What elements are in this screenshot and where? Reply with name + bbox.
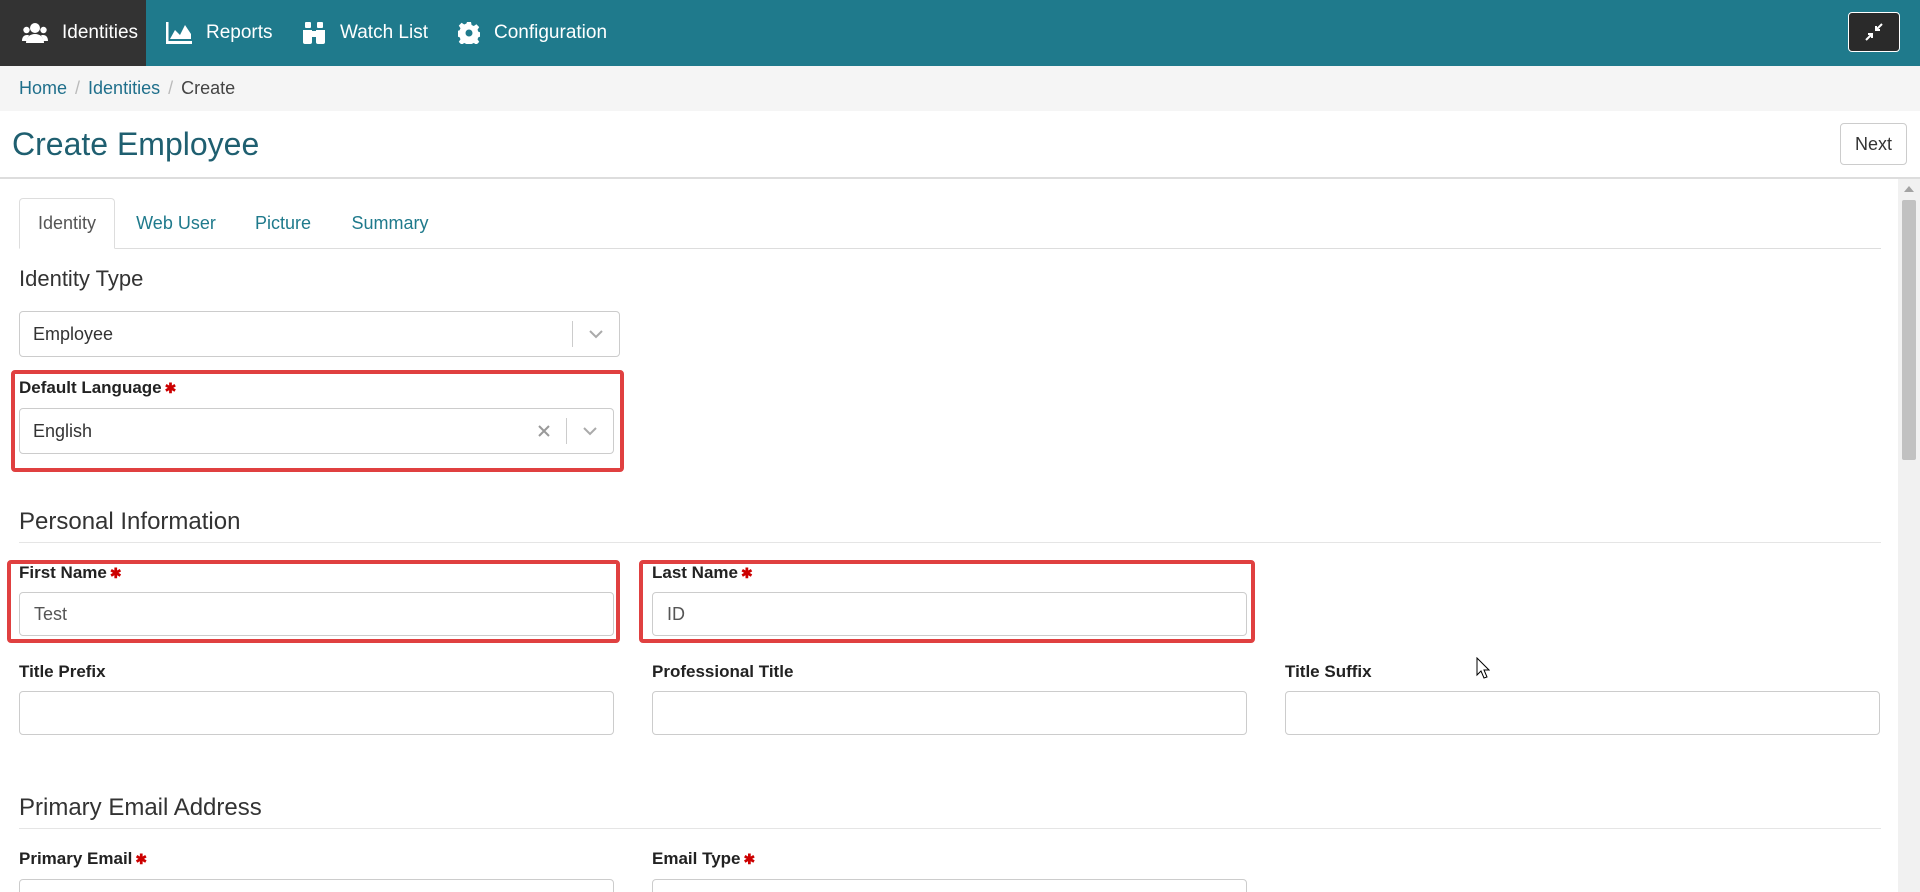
select-separator [566,418,567,444]
default-language-label: Default Language ✱ [19,378,176,398]
last-name-label-text: Last Name [652,563,738,582]
default-language-label-text: Default Language [19,378,162,397]
nav-configuration[interactable]: Configuration [458,0,607,66]
header-divider [0,177,1920,179]
identity-type-heading: Identity Type [19,266,144,291]
users-icon [22,23,48,43]
tab-picture[interactable]: Picture [240,198,326,249]
nav-watch-list-label: Watch List [340,22,428,43]
required-marker: ✱ [164,380,177,396]
mouse-cursor-icon [1476,656,1491,684]
area-chart-icon [166,22,192,44]
identity-type-value: Employee [33,323,114,344]
first-name-value: Test [34,603,68,624]
professional-title-label: Professional Title [652,662,794,681]
last-name-input[interactable]: ID [652,592,1247,636]
binoculars-icon [303,22,325,44]
section-divider [19,542,1881,543]
scroll-up-arrow-icon[interactable] [1898,180,1920,198]
top-navbar: Identities Reports Watch List Configurat… [0,0,1920,66]
last-name-label: Last Name ✱ [652,563,753,583]
breadcrumb-separator: / [168,78,174,98]
primary-email-label-text: Primary Email [19,849,133,868]
chevron-down-icon[interactable] [588,312,604,356]
chevron-down-icon[interactable] [582,409,598,453]
first-name-label-text: First Name [19,563,107,582]
scrollbar-thumb[interactable] [1902,200,1916,460]
collapse-button[interactable] [1848,12,1900,52]
breadcrumb: Home / Identities / Create [0,66,1920,111]
first-name-label: First Name ✱ [19,563,122,583]
clear-icon[interactable] [537,409,551,453]
last-name-value: ID [667,603,685,624]
identity-type-select[interactable]: Employee [19,311,620,357]
primary-email-label: Primary Email ✱ [19,849,147,869]
personal-info-heading: Personal Information [19,508,241,535]
title-prefix-input[interactable] [19,691,614,735]
first-name-input[interactable]: Test [19,592,614,636]
title-suffix-label: Title Suffix [1285,662,1372,681]
nav-configuration-label: Configuration [494,22,608,43]
email-heading: Primary Email Address [19,794,262,821]
tab-web-user[interactable]: Web User [122,198,230,249]
primary-email-input[interactable] [19,879,614,892]
nav-reports[interactable]: Reports [166,0,273,66]
required-marker: ✱ [740,565,753,581]
tab-summary[interactable]: Summary [340,198,440,249]
default-language-select[interactable]: English [19,408,614,454]
nav-reports-label: Reports [206,22,273,43]
nav-watch-list[interactable]: Watch List [302,0,428,66]
email-type-label: Email Type ✱ [652,849,755,869]
breadcrumb-identities[interactable]: Identities [88,78,160,99]
required-marker: ✱ [109,565,122,581]
section-divider [19,828,1881,829]
page-title: Create Employee [12,126,260,162]
nav-identities-label: Identities [62,22,139,43]
gear-icon [458,22,480,44]
tab-identity[interactable]: Identity [19,198,115,249]
breadcrumb-separator: / [75,78,81,98]
email-type-select[interactable] [652,879,1247,892]
breadcrumb-home[interactable]: Home [19,78,67,99]
breadcrumb-current: Create [181,78,236,98]
title-prefix-label: Title Prefix [19,662,106,681]
title-suffix-input[interactable] [1285,691,1880,735]
email-type-label-text: Email Type [652,849,741,868]
select-separator [572,321,573,347]
next-button[interactable]: Next [1840,123,1907,165]
required-marker: ✱ [135,851,148,867]
required-marker: ✱ [743,851,756,867]
professional-title-input[interactable] [652,691,1247,735]
nav-identities[interactable]: Identities [0,0,146,66]
default-language-value: English [33,420,93,441]
compress-icon [1865,23,1883,41]
